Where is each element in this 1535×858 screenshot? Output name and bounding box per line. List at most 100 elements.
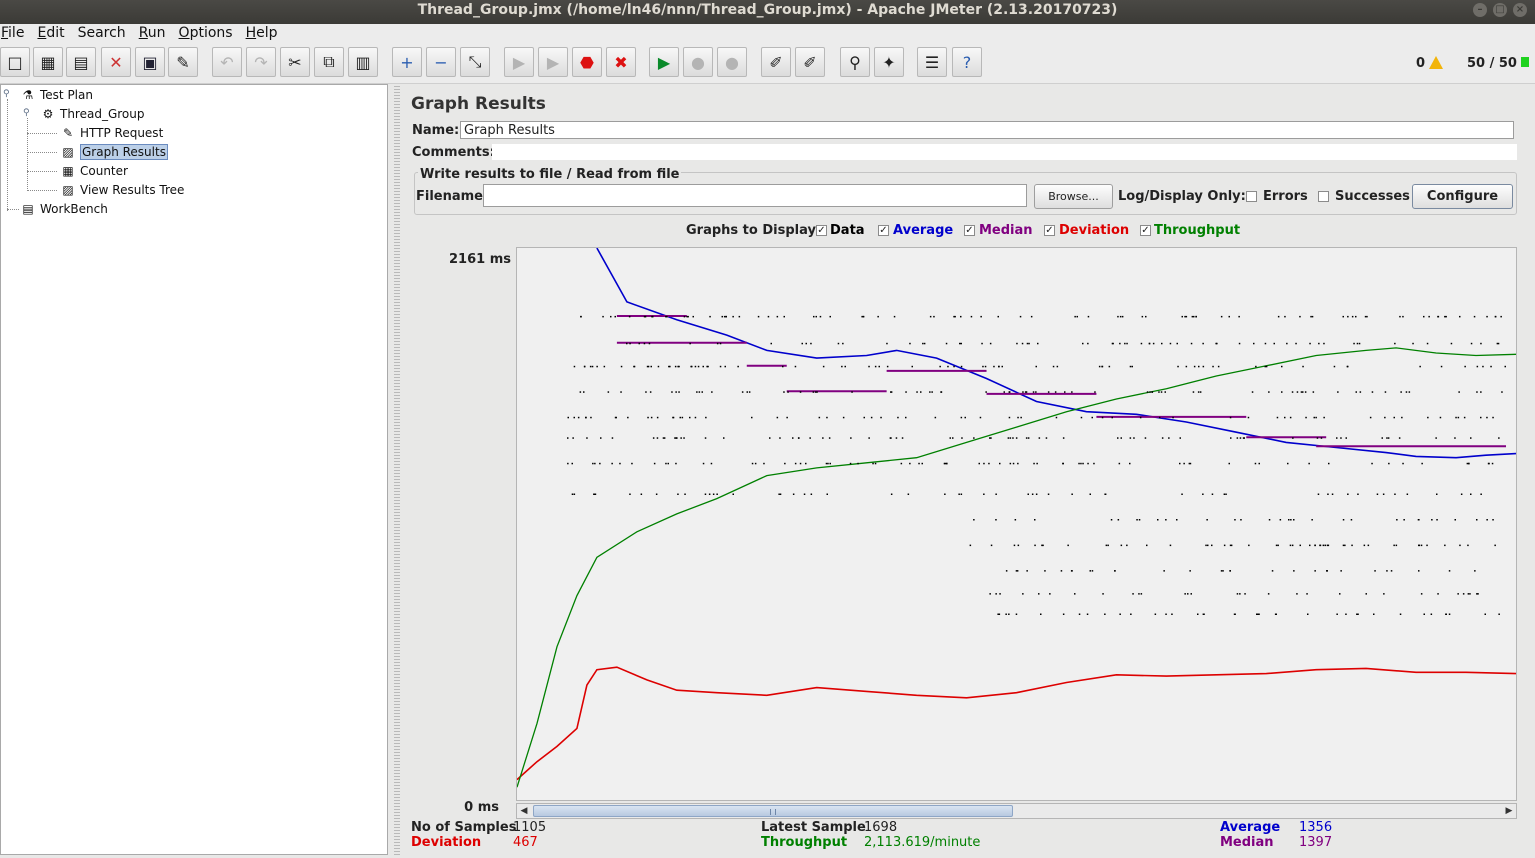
tree-item-test-plan[interactable]: ⚗ Test Plan <box>20 86 93 104</box>
split-pane-divider[interactable] <box>394 84 400 855</box>
data-sample-point <box>1268 519 1271 521</box>
remote-exit-button[interactable]: ● <box>717 47 747 77</box>
browse-button[interactable]: Browse... <box>1034 184 1113 209</box>
copy-button[interactable]: ⧉ <box>314 47 344 77</box>
data-sample-point <box>1402 462 1404 465</box>
clear-all-button[interactable]: ✐ <box>795 47 825 77</box>
active-threads: 50 / 50 <box>1467 56 1517 71</box>
tree-item-thread-group[interactable]: ⚙ Thread_Group <box>40 105 145 123</box>
throughput-checkbox[interactable]: ✓ <box>1140 225 1151 236</box>
data-sample-point <box>694 365 697 368</box>
scroll-right-icon[interactable]: ▶ <box>1502 804 1516 818</box>
menu-options[interactable]: Options <box>179 24 233 44</box>
maximize-button[interactable]: □ <box>1493 3 1507 17</box>
data-sample-point <box>969 544 972 547</box>
successes-label: Successes <box>1335 189 1410 204</box>
redo-button[interactable]: ↷ <box>246 47 276 77</box>
undo-button[interactable]: ↶ <box>212 47 242 77</box>
new-button[interactable]: □ <box>0 47 30 77</box>
function-helper-button[interactable]: ☰ <box>917 47 947 77</box>
data-sample-point <box>1151 391 1153 393</box>
scroll-left-icon[interactable]: ◀ <box>517 804 531 818</box>
reset-search-button[interactable]: ✦ <box>874 47 904 77</box>
median-checkbox[interactable]: ✓ <box>964 225 975 236</box>
data-sample-point <box>1070 570 1073 572</box>
save-as-icon: ✎ <box>176 52 190 72</box>
average-toggle-label: Average <box>893 223 954 238</box>
data-sample-point <box>1198 365 1200 368</box>
data-sample-point <box>1169 342 1172 345</box>
menu-search[interactable]: Search <box>78 24 126 44</box>
data-sample-point <box>1500 315 1502 318</box>
data-sample-point <box>1467 544 1469 547</box>
close-window-button[interactable]: × <box>1513 3 1527 17</box>
collapse-button[interactable]: − <box>426 47 456 77</box>
data-sample-point <box>1017 462 1019 465</box>
filename-input[interactable] <box>483 184 1027 207</box>
collapse-toggle-icon[interactable]: ⚲ <box>23 108 30 118</box>
tree-item-workbench[interactable]: ▤ WorkBench <box>20 200 107 218</box>
data-sample-point <box>1138 593 1140 595</box>
data-sample-point <box>1111 342 1114 345</box>
data-sample-point <box>1056 365 1059 368</box>
data-sample-point <box>1382 493 1385 495</box>
menu-edit[interactable]: Edit <box>37 24 64 44</box>
data-sample-point <box>959 342 961 345</box>
data-sample-point <box>988 462 990 465</box>
minimize-button[interactable]: – <box>1473 3 1487 17</box>
save-as-button[interactable]: ✎ <box>168 47 198 77</box>
data-sample-point <box>1405 391 1408 393</box>
templates-button[interactable]: ▦ <box>33 47 63 77</box>
help-button[interactable]: ? <box>952 47 982 77</box>
data-sample-point <box>1494 544 1496 547</box>
successes-checkbox[interactable] <box>1318 191 1329 202</box>
graph-results-icon: ▨ <box>62 145 74 159</box>
horizontal-scrollbar[interactable]: ◀ ▶ <box>516 803 1517 819</box>
menu-help[interactable]: Help <box>246 24 278 44</box>
comments-field[interactable] <box>492 144 1517 160</box>
tree-item-graph-results[interactable]: ▨ Graph Results <box>60 143 168 161</box>
save-button[interactable]: ▣ <box>135 47 165 77</box>
toggle-button[interactable]: ⤡ <box>460 47 490 77</box>
expand-button[interactable]: + <box>392 47 422 77</box>
errors-checkbox[interactable] <box>1246 191 1257 202</box>
data-sample-point <box>1187 593 1189 595</box>
data-sample-point <box>1342 519 1345 521</box>
clear-button[interactable]: ✐ <box>761 47 791 77</box>
remote-start-button[interactable]: ▶ <box>649 47 679 77</box>
data-sample-point <box>1014 519 1017 521</box>
search-button[interactable]: ⚲ <box>840 47 870 77</box>
data-sample-point <box>851 391 853 393</box>
tree-item-counter[interactable]: ▦ Counter <box>60 162 128 180</box>
data-sample-point <box>1015 437 1018 439</box>
error-count-indicator[interactable]: 0 <box>1416 56 1444 71</box>
average-checkbox[interactable]: ✓ <box>878 225 889 236</box>
tree-item-view-results-tree[interactable]: ▨ View Results Tree <box>60 181 184 199</box>
cut-button[interactable]: ✂ <box>280 47 310 77</box>
data-sample-point <box>1323 342 1325 345</box>
collapse-toggle-icon[interactable]: ⚲ <box>3 89 10 99</box>
tree-item-http-request[interactable]: ✎ HTTP Request <box>60 124 163 142</box>
data-checkbox[interactable]: ✓ <box>816 225 827 236</box>
close-button[interactable]: ✕ <box>101 47 131 77</box>
start-no-pause-button[interactable]: ▶ <box>538 47 568 77</box>
shutdown-button[interactable]: ✖ <box>606 47 636 77</box>
data-sample-point <box>863 416 865 419</box>
open-button[interactable]: ▤ <box>66 47 96 77</box>
start-button[interactable]: ▶ <box>504 47 534 77</box>
menu-file[interactable]: File <box>1 24 24 44</box>
scrollbar-thumb[interactable] <box>533 805 1013 817</box>
data-sample-point <box>1195 315 1197 318</box>
configure-button[interactable]: Configure <box>1412 184 1513 209</box>
data-sample-point <box>1296 593 1298 595</box>
data-sample-point <box>1384 416 1386 419</box>
data-sample-point <box>792 437 794 439</box>
name-field[interactable]: Graph Results <box>460 121 1514 139</box>
menu-run[interactable]: Run <box>139 24 166 44</box>
data-sample-point <box>829 462 831 465</box>
deviation-checkbox[interactable]: ✓ <box>1044 225 1055 236</box>
data-sample-point <box>1094 391 1096 393</box>
remote-stop-button[interactable]: ● <box>683 47 713 77</box>
stop-button[interactable]: ⬣ <box>572 47 602 77</box>
paste-button[interactable]: ▥ <box>348 47 378 77</box>
